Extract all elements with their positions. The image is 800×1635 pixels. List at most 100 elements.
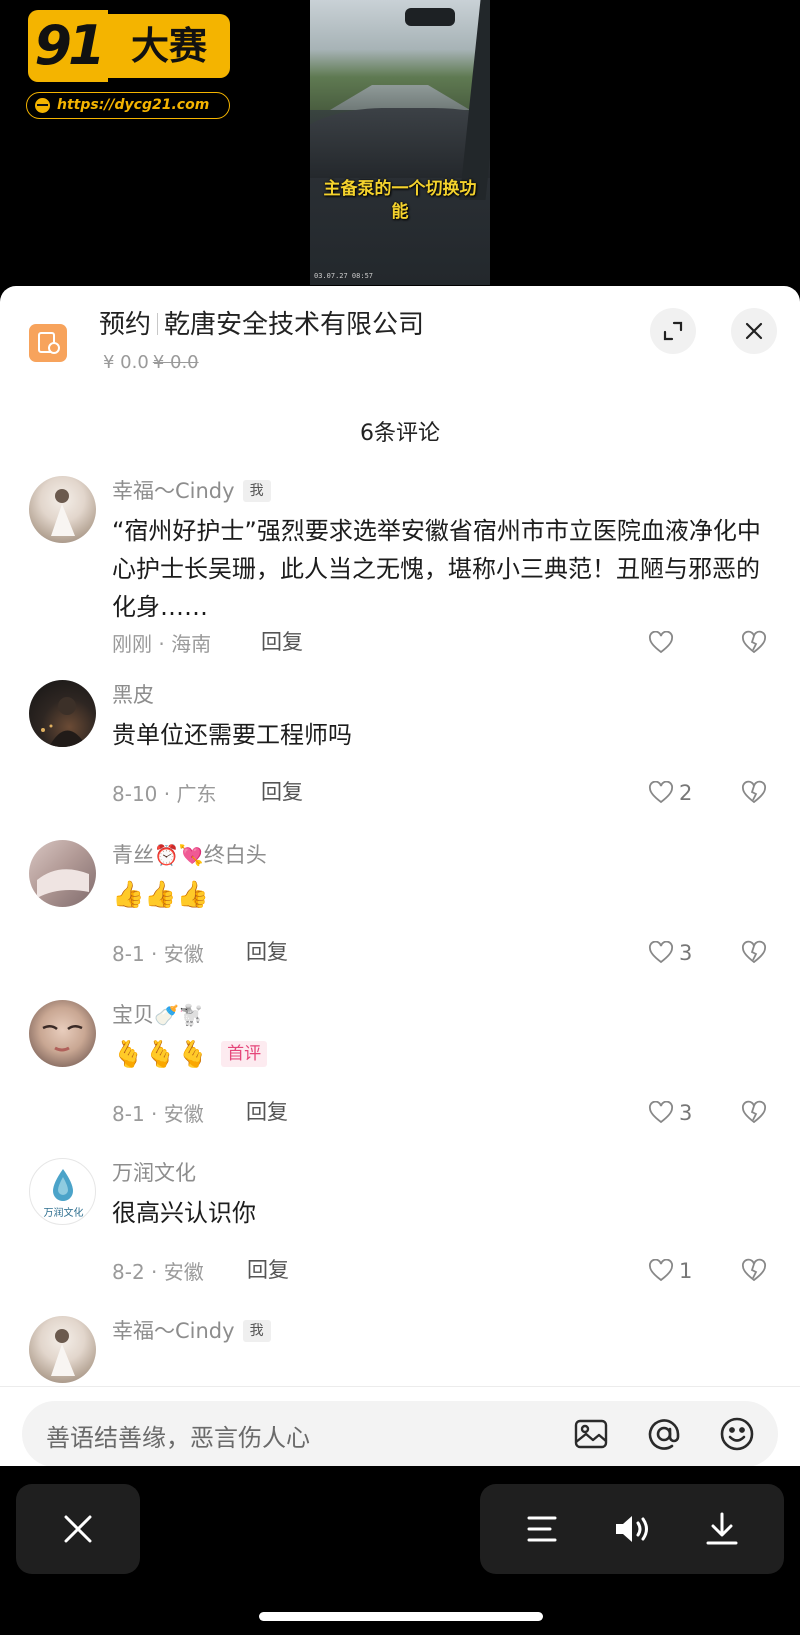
- comment-item: 宝贝🍼🐩 🫰🫰🫰 首评 8-1 · 安徽 回复 3: [0, 1000, 800, 1126]
- clock-shape: [48, 342, 60, 354]
- image-icon[interactable]: [573, 1416, 609, 1452]
- comment-item: 万润文化 万润文化 很高兴认识你 8-2 · 安徽 回复 1: [0, 1158, 800, 1284]
- avatar[interactable]: [29, 680, 96, 747]
- player-controls: [480, 1484, 784, 1574]
- video-timestamp: 03.07.27 08:57: [314, 272, 374, 280]
- avatar-figure: [51, 489, 75, 536]
- rearview-mirror: [405, 8, 455, 26]
- heart-icon: [649, 941, 673, 964]
- comment-meta: 刚刚 · 海南: [112, 632, 212, 656]
- home-indicator[interactable]: [259, 1612, 543, 1621]
- appointment-icon[interactable]: [29, 324, 67, 362]
- comment-meta: 8-2 · 安徽: [112, 1260, 204, 1284]
- comment-username[interactable]: 青丝⏰💘终白头: [112, 840, 267, 870]
- comment-item: 青丝⏰💘终白头 👍👍👍 8-1 · 安徽 回复 3: [0, 840, 800, 966]
- reply-button[interactable]: 回复: [247, 1254, 289, 1284]
- video-frame[interactable]: 主备泵的一个切换功能 03.07.27 08:57: [310, 0, 490, 285]
- comment-username[interactable]: 宝贝🍼🐩: [112, 1000, 204, 1030]
- reply-button[interactable]: 回复: [246, 936, 288, 966]
- avatar-figure: [42, 1025, 83, 1052]
- watermark-logo: 91 大赛: [28, 10, 230, 82]
- logo-number: 91: [28, 10, 108, 82]
- broken-heart-icon[interactable]: [741, 1100, 767, 1126]
- me-tag: 我: [242, 1320, 271, 1342]
- at-icon[interactable]: [646, 1416, 682, 1452]
- reply-button[interactable]: 回复: [261, 626, 303, 656]
- close-icon: [64, 1515, 92, 1543]
- me-tag: 我: [242, 480, 271, 502]
- comment-item: 幸福～Cindy 我 “宿州好护士”强烈要求选举安徽省宿州市市立医院血液净化中心护…: [0, 476, 800, 656]
- like-button[interactable]: 2: [648, 780, 692, 806]
- avatar-figure: [41, 697, 87, 747]
- company-name: 乾唐安全技术有限公司: [164, 310, 425, 340]
- comment-meta: 8-1 · 安徽: [112, 1102, 204, 1126]
- avatar[interactable]: 万润文化: [29, 1158, 96, 1225]
- comment-text[interactable]: “宿州好护士”强烈要求选举安徽省宿州市市立医院血液净化中心护士长吴珊，此人当之无…: [112, 512, 772, 626]
- video-area[interactable]: 主备泵的一个切换功能 03.07.27 08:57 91 大赛 https://…: [0, 0, 800, 290]
- like-count: 1: [679, 1259, 693, 1283]
- comment-emojis: 🫰🫰🫰: [112, 1040, 210, 1070]
- watermark-url-text: https://dycg21.com: [57, 97, 210, 113]
- comment-item: 黑皮 贵单位还需要工程师吗 8-10 · 广东 回复 2: [0, 680, 800, 806]
- username-emojis: 🍼🐩: [154, 1003, 204, 1027]
- heart-icon: [649, 1101, 673, 1124]
- avatar-logo-text: 万润文化: [43, 1208, 84, 1219]
- avatar-figure: [37, 869, 89, 898]
- username-text-suffix: 终白头: [203, 843, 267, 867]
- title-separator: [157, 313, 159, 335]
- reply-button[interactable]: 回复: [246, 1096, 288, 1126]
- comment-input[interactable]: 善语结善缘，恶言伤人心: [22, 1401, 778, 1466]
- comment-text[interactable]: 👍👍👍: [112, 876, 772, 914]
- globe-icon: [35, 98, 50, 113]
- broken-heart-icon[interactable]: [741, 630, 767, 656]
- like-count: 2: [679, 781, 693, 805]
- broken-heart-icon[interactable]: [741, 940, 767, 966]
- volume-icon[interactable]: [612, 1511, 652, 1547]
- comment-text[interactable]: 很高兴认识你: [112, 1194, 772, 1232]
- comment-item: 幸福～Cindy 我: [0, 1316, 800, 1386]
- comment-text[interactable]: 贵单位还需要工程师吗: [112, 716, 772, 754]
- video-caption: 主备泵的一个切换功能: [323, 179, 477, 222]
- appointment-price: ¥ 0.0 ¥ 0.0: [103, 352, 199, 373]
- comment-text[interactable]: 🫰🫰🫰 首评: [112, 1036, 772, 1074]
- username-text: 幸福～Cindy: [112, 479, 235, 503]
- current-price: ¥ 0.0: [103, 352, 149, 373]
- reply-button[interactable]: 回复: [261, 776, 303, 806]
- username-emojis: ⏰💘: [154, 843, 204, 867]
- like-button[interactable]: 3: [648, 940, 692, 966]
- expand-icon: [663, 321, 683, 341]
- original-price: ¥ 0.0: [152, 352, 199, 373]
- comment-meta: 8-10 · 广东: [112, 782, 217, 806]
- username-text: 青丝: [112, 843, 154, 867]
- username-text: 幸福～Cindy: [112, 1319, 235, 1343]
- comment-username[interactable]: 万润文化: [112, 1158, 196, 1188]
- download-icon[interactable]: [704, 1510, 740, 1548]
- appointment-label: 预约: [99, 310, 152, 340]
- avatar[interactable]: [29, 1000, 96, 1067]
- comment-username[interactable]: 幸福～Cindy 我: [112, 1316, 271, 1346]
- comment-sheet: 预约 乾唐安全技术有限公司 ¥ 0.0 ¥ 0.0 6条评论 幸福～Cindy 我 “…: [0, 286, 800, 1466]
- heart-icon: [649, 1259, 673, 1282]
- avatar[interactable]: [29, 476, 96, 543]
- emoji-icon[interactable]: [719, 1416, 755, 1452]
- avatar[interactable]: [29, 1316, 96, 1383]
- like-button[interactable]: 3: [648, 1100, 692, 1126]
- broken-heart-icon[interactable]: [741, 780, 767, 806]
- comment-username[interactable]: 黑皮: [112, 680, 154, 710]
- close-sheet-button[interactable]: [731, 308, 777, 354]
- like-button[interactable]: [648, 630, 679, 656]
- watermark-url: https://dycg21.com: [26, 92, 230, 119]
- input-divider: [0, 1386, 800, 1387]
- expand-button[interactable]: [650, 308, 696, 354]
- comment-username[interactable]: 幸福～Cindy 我: [112, 476, 271, 506]
- close-player-button[interactable]: [16, 1484, 140, 1574]
- like-button[interactable]: 1: [648, 1258, 692, 1284]
- menu-icon[interactable]: [524, 1511, 560, 1547]
- appointment-title[interactable]: 预约 乾唐安全技术有限公司: [99, 308, 424, 342]
- comment-count-title: 6条评论: [360, 421, 440, 446]
- avatar[interactable]: [29, 840, 96, 907]
- username-text: 宝贝: [112, 1003, 154, 1027]
- heart-icon: [649, 781, 673, 804]
- close-icon: [745, 322, 763, 340]
- broken-heart-icon[interactable]: [741, 1258, 767, 1284]
